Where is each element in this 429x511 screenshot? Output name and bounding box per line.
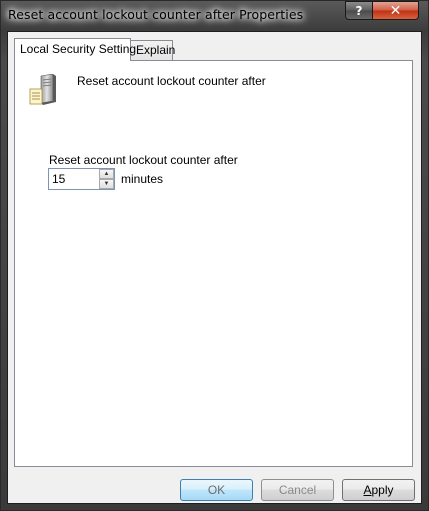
- server-icon: [29, 74, 56, 105]
- close-button[interactable]: ✕: [372, 1, 419, 20]
- apply-button[interactable]: Apply: [342, 479, 415, 501]
- dialog-client-area: Local Security Setting Explain Reset acc…: [7, 31, 422, 504]
- minutes-spinbox: ▲ ▼: [48, 168, 115, 190]
- cancel-button[interactable]: Cancel: [261, 479, 334, 501]
- window-title: Reset account lockout counter after Prop…: [8, 7, 304, 22]
- ok-button[interactable]: OK: [180, 479, 253, 501]
- apply-label-rest: pply: [371, 483, 394, 497]
- title-bar[interactable]: Reset account lockout counter after Prop…: [1, 1, 428, 31]
- unit-label: minutes: [121, 172, 164, 186]
- help-button[interactable]: ?: [345, 1, 373, 20]
- arrow-up-icon: ▲: [103, 171, 110, 177]
- apply-mnemonic: A: [363, 483, 372, 497]
- minutes-input[interactable]: [49, 169, 102, 189]
- arrow-down-icon: ▼: [103, 181, 110, 187]
- field-label: Reset account lockout counter after: [49, 153, 238, 167]
- properties-dialog: Reset account lockout counter after Prop…: [0, 0, 429, 511]
- tab-local-security-setting[interactable]: Local Security Setting: [14, 38, 136, 61]
- tab-page: Reset account lockout counter after Rese…: [14, 60, 413, 467]
- spin-up-button[interactable]: ▲: [99, 169, 114, 179]
- policy-heading: Reset account lockout counter after: [77, 74, 266, 88]
- tab-explain[interactable]: Explain: [130, 40, 175, 61]
- spin-down-button[interactable]: ▼: [99, 179, 114, 189]
